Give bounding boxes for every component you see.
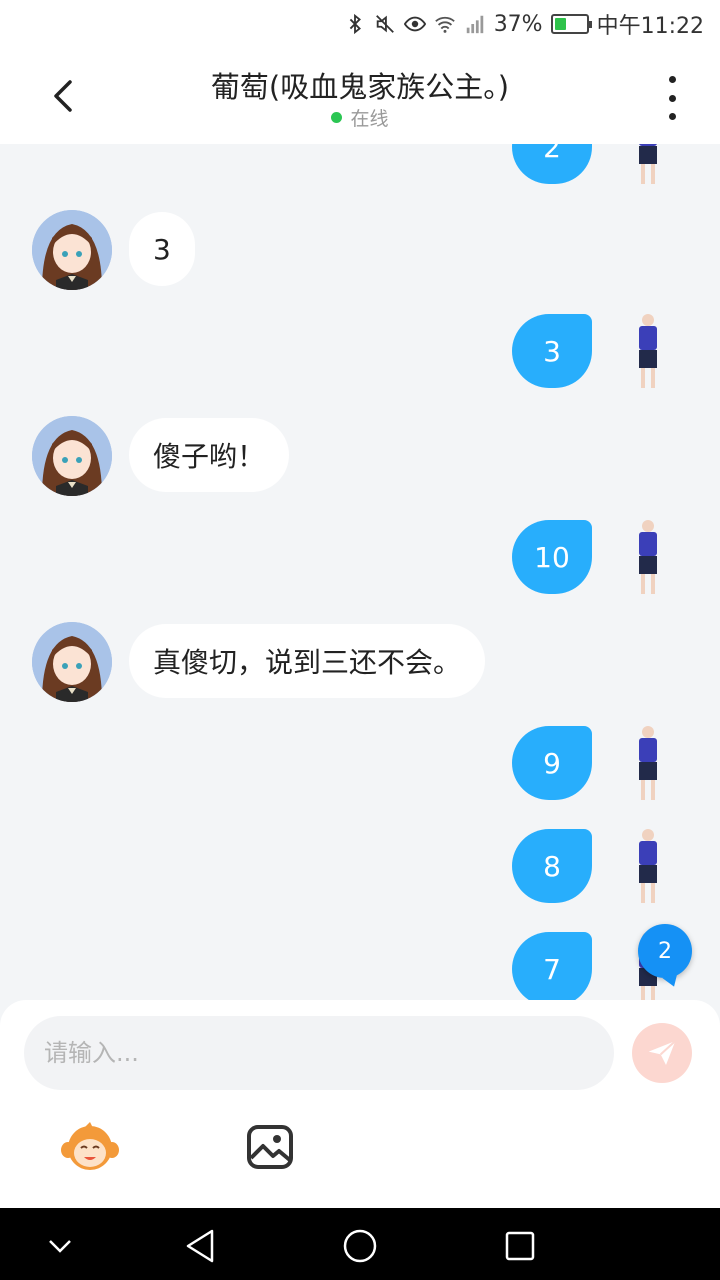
- nav-back-button[interactable]: [182, 1228, 218, 1264]
- message-list[interactable]: 2 3 3 傻子哟！ 10 真傻切，说到三还不会。 9 8 7: [0, 144, 720, 1000]
- signal-icon: [466, 15, 483, 34]
- paper-plane-icon: [648, 1040, 677, 1065]
- contact-name: 葡萄(吸血鬼家族公主。): [210, 70, 510, 104]
- wifi-icon: [434, 16, 455, 33]
- message-bubble-sent[interactable]: 3: [512, 314, 592, 388]
- girl-avatar-icon: [32, 210, 112, 290]
- message-bubble-sent[interactable]: 8: [512, 829, 592, 903]
- my-avatar[interactable]: [630, 144, 666, 186]
- battery-icon: [550, 14, 592, 34]
- battery-percent: 37%: [493, 11, 543, 37]
- composer: [0, 1000, 720, 1208]
- system-navigation-bar: [0, 1208, 720, 1280]
- contact-avatar[interactable]: [32, 416, 112, 496]
- mute-icon: [375, 15, 394, 33]
- clock: 中午11:22: [596, 14, 704, 39]
- battery-fill: [554, 18, 566, 30]
- image-picker-button[interactable]: [246, 1124, 294, 1170]
- my-avatar[interactable]: [630, 312, 666, 390]
- online-dot-icon: [331, 112, 343, 123]
- online-status-label: 在线: [350, 108, 389, 130]
- message-bubble-received[interactable]: 真傻切，说到三还不会。: [129, 624, 486, 698]
- eye-icon: [403, 16, 426, 32]
- message-bubble-received[interactable]: 傻子哟！: [129, 418, 290, 492]
- dot: [668, 94, 676, 102]
- contact-avatar[interactable]: [32, 210, 112, 290]
- girl-avatar-icon: [32, 416, 112, 496]
- contact-avatar[interactable]: [32, 622, 112, 702]
- girl-avatar-icon: [32, 622, 112, 702]
- triangle-back-icon: [186, 1229, 214, 1263]
- message-input[interactable]: [24, 1016, 614, 1090]
- bluetooth-icon: [349, 13, 361, 35]
- nav-recents-button[interactable]: [502, 1228, 538, 1264]
- message-bubble-received[interactable]: 3: [129, 212, 195, 286]
- my-avatar[interactable]: [630, 518, 666, 596]
- nav-home-button[interactable]: [342, 1228, 378, 1264]
- circle-home-icon: [343, 1229, 377, 1263]
- message-bubble-sent[interactable]: 9: [512, 726, 592, 800]
- my-avatar[interactable]: [630, 827, 666, 905]
- sticker-button[interactable]: [60, 1120, 120, 1174]
- status-icons: 37% 中午11:22: [344, 8, 704, 40]
- chat-header: 葡萄(吸血鬼家族公主。) 在线: [0, 50, 720, 144]
- monkey-emoji-icon: [61, 1122, 119, 1170]
- message-bubble-sent[interactable]: 10: [512, 520, 592, 594]
- more-options-button[interactable]: [652, 76, 692, 120]
- message-bubble-sent[interactable]: 7: [512, 932, 592, 1000]
- nav-collapse-button[interactable]: [42, 1228, 78, 1264]
- online-status: 在线: [0, 104, 720, 131]
- status-bar: 37% 中午11:22: [0, 0, 720, 50]
- send-button[interactable]: [632, 1023, 692, 1083]
- dot: [668, 113, 676, 120]
- unread-count-badge[interactable]: 2: [638, 924, 692, 978]
- dot: [668, 76, 676, 83]
- chevron-down-icon: [49, 1240, 71, 1253]
- message-bubble-sent[interactable]: 2: [512, 144, 592, 184]
- my-avatar[interactable]: [630, 724, 666, 802]
- square-recents-icon: [505, 1231, 535, 1261]
- image-icon: [247, 1125, 293, 1169]
